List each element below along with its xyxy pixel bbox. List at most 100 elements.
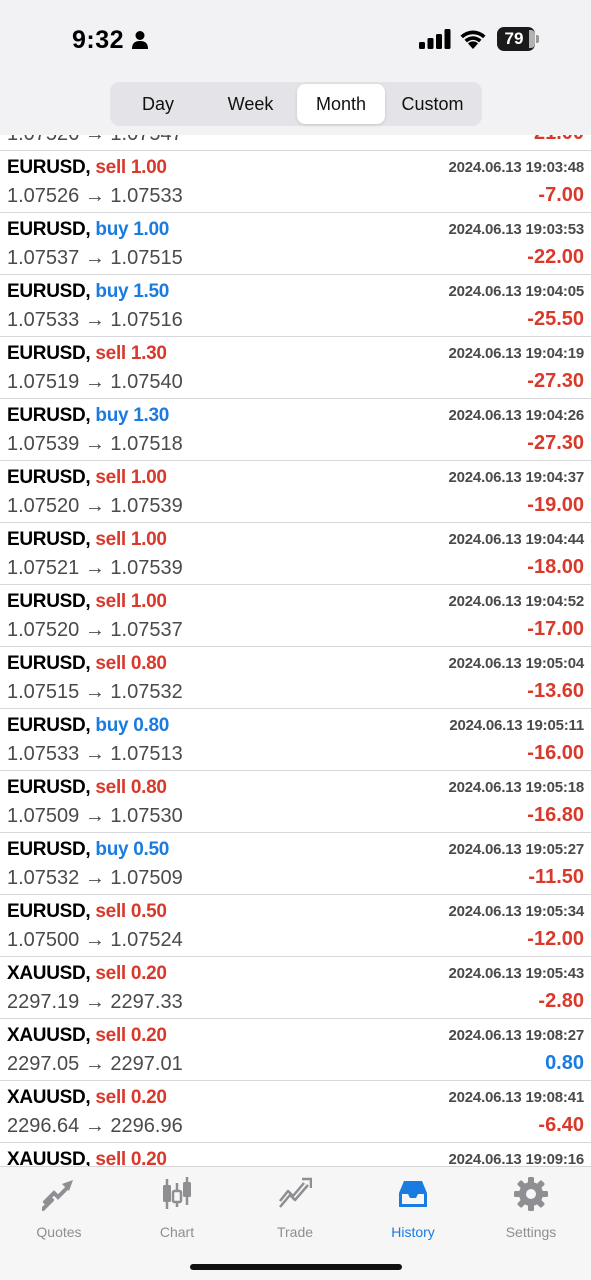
battery-level: 79 [504,29,524,48]
deal-time: 2024.06.13 19:05:11 [449,717,584,734]
deal-profit: -27.30 [527,370,584,392]
deal-row[interactable]: EURUSD, sell 1.00 1.07520 → 1.07539 2024.0… [0,461,591,523]
deal-time: 2024.06.13 19:08:27 [448,1027,585,1044]
deal-time: 2024.06.13 19:04:37 [448,469,585,486]
tab-month[interactable]: Month [297,84,385,124]
deal-row[interactable]: EURUSD, sell 0.80 1.07509 → 1.07530 2024.0… [0,771,591,833]
deal-time: 2024.06.13 19:04:05 [448,283,585,300]
deal-symbol: EURUSD, [7,653,91,674]
bottom-tab-bar: Quotes Chart Trade History Settings [0,1166,591,1280]
deal-row[interactable]: EURUSD, buy 0.80 1.07533 → 1.07513 2024.06… [0,709,591,771]
deal-row[interactable]: XAUUSD, sell 0.20 2024.06.13 19:09:16 [0,1143,591,1166]
deal-prices: 1.07500 → 1.07524 [7,929,183,951]
tab-quotes[interactable]: Quotes [0,1175,118,1241]
deal-time: 2024.06.13 19:05:27 [448,841,585,858]
deal-row[interactable]: EURUSD, sell 0.50 1.07500 → 1.07524 2024.0… [0,895,591,957]
deal-type: sell 1.00 [95,591,167,612]
deal-type: buy 1.30 [95,405,170,426]
deal-time: 2024.06.13 19:03:48 [448,159,585,176]
deal-symbol: EURUSD, [7,405,91,426]
deal-symbol: EURUSD, [7,281,91,302]
deal-profit: -7.00 [538,184,584,206]
battery-indicator: 79 [497,27,539,51]
deal-prices: 1.07533 → 1.07516 [7,309,183,331]
deal-row[interactable]: EURUSD, buy 0.50 1.07532 → 1.07509 2024.06… [0,833,591,895]
deal-profit: -18.00 [527,556,584,578]
deal-prices: 1.07519 → 1.07540 [7,371,183,393]
deal-title: EURUSD, sell 1.00 [7,467,167,489]
deal-prices: 1.07532 → 1.07509 [7,867,183,889]
deal-type: sell 1.00 [95,157,167,178]
deals-rows: EURUSD, sell 1.001.07526 → 1.07547-21.00… [0,89,591,1166]
history-icon [399,1181,427,1207]
deal-type: sell 0.80 [95,777,167,798]
deal-type: buy 1.00 [95,219,170,240]
deal-title: EURUSD, sell 1.00 [7,157,167,179]
deal-title: EURUSD, buy 1.00 [7,219,169,241]
tab-week[interactable]: Week [204,84,297,124]
deal-symbol: EURUSD, [7,219,91,240]
deal-symbol: EURUSD, [7,839,91,860]
deal-title: EURUSD, sell 1.30 [7,343,167,365]
deal-row[interactable]: EURUSD, sell 1.00 1.07520 → 1.07537 2024.0… [0,585,591,647]
home-indicator[interactable] [190,1264,402,1270]
deal-title: EURUSD, sell 0.80 [7,777,167,799]
deal-title: XAUUSD, sell 0.20 [7,1149,167,1166]
deal-title: EURUSD, buy 1.50 [7,281,169,303]
deal-title: XAUUSD, sell 0.20 [7,963,167,985]
deal-profit: -2.80 [538,990,584,1012]
deal-row[interactable]: EURUSD, buy 1.50 1.07533 → 1.07516 2024.06… [0,275,591,337]
deal-row[interactable]: XAUUSD, sell 0.20 2297.05 → 2297.01 2024.0… [0,1019,591,1081]
deal-profit: -12.00 [527,928,584,950]
deal-row[interactable]: EURUSD, sell 1.30 1.07519 → 1.07540 2024.0… [0,337,591,399]
deal-title: EURUSD, sell 1.00 [7,591,167,613]
deal-time: 2024.06.13 19:04:26 [448,407,585,424]
deal-row[interactable]: XAUUSD, sell 0.20 2297.19 → 2297.33 2024.0… [0,957,591,1019]
deal-symbol: EURUSD, [7,343,91,364]
deals-list[interactable]: EURUSD, sell 1.001.07526 → 1.07547-21.00… [0,0,591,1166]
person-icon [132,31,148,49]
deal-prices: 2296.64 → 2296.96 [7,1115,183,1137]
deal-type: sell 0.20 [95,1149,167,1166]
deal-symbol: EURUSD, [7,467,91,488]
tab-quotes-label: Quotes [36,1224,82,1240]
deal-row[interactable]: EURUSD, buy 1.00 1.07537 → 1.07515 2024.06… [0,213,591,275]
deal-row[interactable]: EURUSD, buy 1.30 1.07539 → 1.07518 2024.06… [0,399,591,461]
deal-time: 2024.06.13 19:05:04 [448,655,585,672]
deal-time: 2024.06.13 19:04:19 [448,345,585,362]
tab-trade[interactable]: Trade [236,1175,354,1241]
deal-prices: 1.07515 → 1.07532 [7,681,183,703]
deal-type: sell 1.30 [95,343,167,364]
tab-custom[interactable]: Custom [385,84,480,124]
deal-profit: -22.00 [527,246,584,268]
deal-row[interactable]: XAUUSD, sell 0.20 2296.64 → 2296.96 2024.0… [0,1081,591,1143]
deal-profit: -16.80 [527,804,584,826]
deal-time: 2024.06.13 19:04:52 [448,593,585,610]
tab-history[interactable]: History [354,1175,472,1241]
deal-row[interactable]: EURUSD, sell 0.80 1.07515 → 1.07532 2024.0… [0,647,591,709]
deal-profit: -16.00 [527,742,584,764]
deal-profit: -6.40 [538,1114,584,1136]
deal-symbol: XAUUSD, [7,1025,91,1046]
deal-prices: 1.07520 → 1.07539 [7,495,183,517]
tab-settings-label: Settings [505,1224,557,1240]
deal-symbol: EURUSD, [7,901,91,922]
tab-trade-label: Trade [276,1224,314,1240]
deal-prices: 1.07537 → 1.07515 [7,247,183,269]
chart-icon [163,1177,191,1209]
settings-icon [514,1177,548,1211]
trade-icon [279,1177,312,1208]
tab-settings[interactable]: Settings [472,1175,590,1241]
deal-profit: 0.80 [545,1052,584,1074]
deal-type: sell 0.20 [95,1087,167,1108]
tab-day[interactable]: Day [112,84,204,124]
deal-time: 2024.06.13 19:09:16 [448,1151,585,1166]
deal-prices: 1.07526 → 1.07533 [7,185,183,207]
deal-prices: 1.07521 → 1.07539 [7,557,183,579]
quotes-icon [42,1180,73,1211]
deal-type: sell 1.00 [95,529,167,550]
deal-row[interactable]: EURUSD, sell 1.00 1.07521 → 1.07539 2024.0… [0,523,591,585]
deal-row[interactable]: EURUSD, sell 1.00 1.07526 → 1.07533 2024.0… [0,151,591,213]
tab-chart-label: Chart [159,1224,195,1240]
tab-chart[interactable]: Chart [118,1175,236,1241]
